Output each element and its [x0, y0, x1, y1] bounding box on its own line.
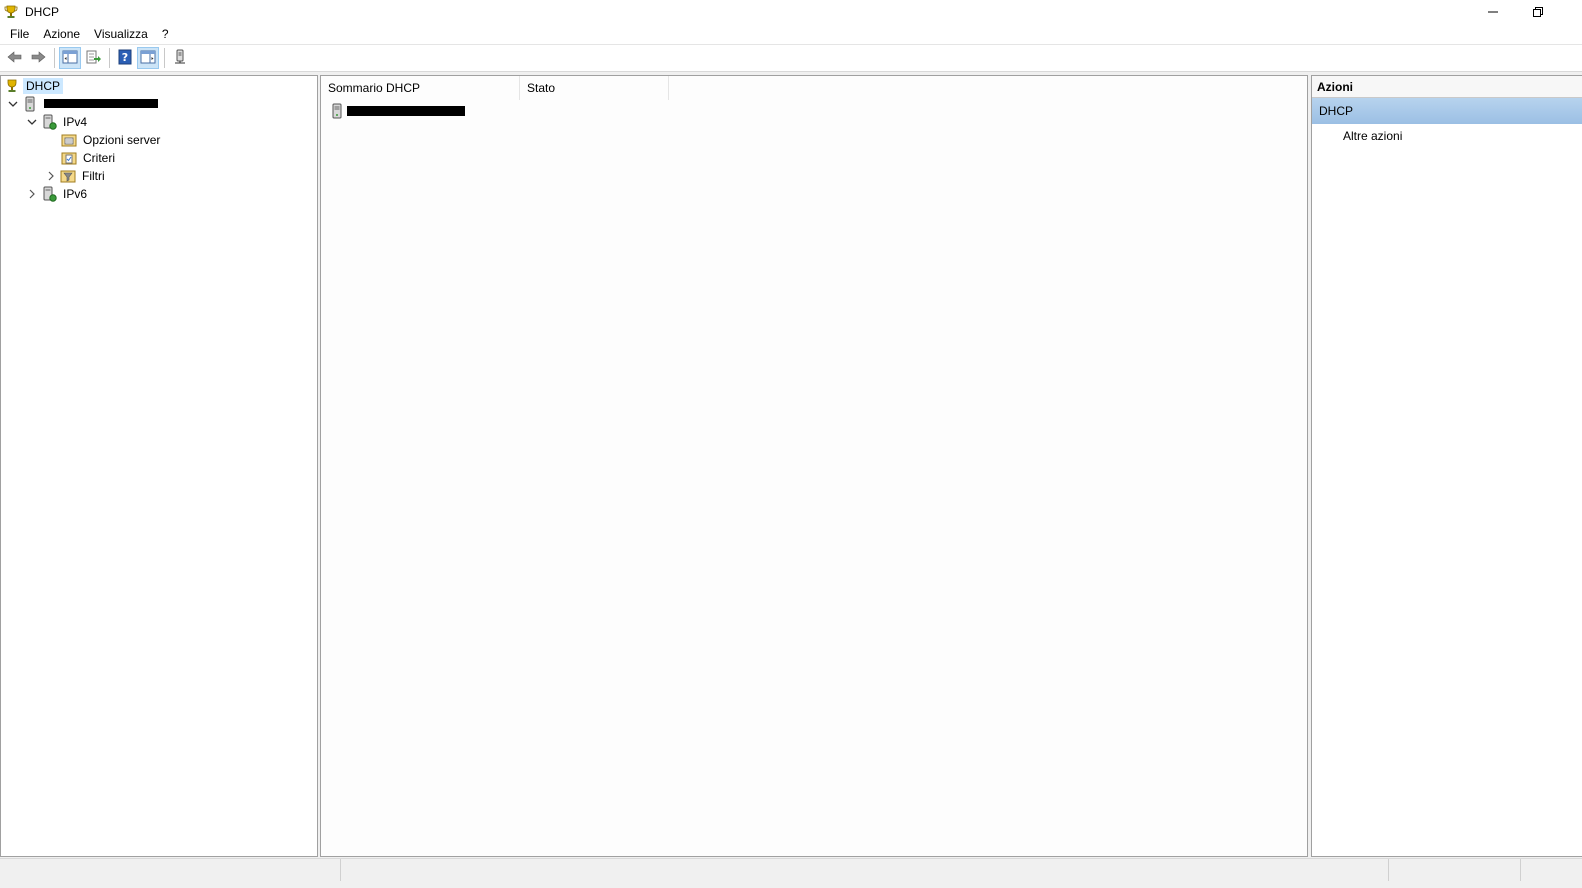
window-title: DHCP [25, 5, 60, 19]
minimize-button[interactable] [1470, 0, 1516, 24]
tree-label-ipv6: IPv6 [63, 187, 88, 201]
server-icon [329, 103, 345, 119]
list-item[interactable] [329, 102, 465, 120]
column-header-summary[interactable]: Sommario DHCP [321, 76, 520, 100]
svg-text:?: ? [122, 51, 128, 64]
tree-label-policies: Criteri [83, 151, 115, 165]
menu-azione[interactable]: Azione [36, 24, 87, 44]
status-bar [0, 858, 1582, 888]
menu-help[interactable]: ? [155, 24, 176, 44]
tree-node-policies[interactable]: Criteri [61, 149, 118, 167]
back-arrow-icon [7, 49, 23, 68]
redacted-server-name [347, 106, 465, 116]
action-more-actions[interactable]: Altre azioni [1312, 125, 1582, 147]
toolbar-separator [164, 48, 165, 68]
chevron-right-icon[interactable] [25, 187, 39, 201]
status-divider [1520, 859, 1521, 881]
status-divider [1388, 859, 1389, 881]
toolbar-separator [54, 48, 55, 68]
menu-visualizza[interactable]: Visualizza [87, 24, 155, 44]
status-divider [340, 859, 341, 881]
tree-label-server [41, 96, 161, 112]
actions-pane-title: Azioni [1312, 76, 1582, 98]
help-button[interactable]: ? [114, 47, 136, 69]
server-refresh-icon [172, 49, 188, 68]
tree-node-ipv6[interactable]: IPv6 [25, 185, 90, 203]
tree-node-dhcp-root[interactable]: DHCP [4, 77, 64, 95]
export-list-icon [85, 49, 101, 68]
column-header-status[interactable]: Stato [520, 76, 669, 100]
restore-button[interactable] [1515, 0, 1561, 24]
forward-arrow-icon [30, 49, 46, 68]
chevron-right-icon[interactable] [44, 169, 58, 183]
tree-label-server-options: Opzioni server [83, 133, 161, 147]
ipv6-server-icon [41, 186, 57, 202]
tree-node-server[interactable] [6, 95, 161, 113]
toolbar-separator [109, 48, 110, 68]
help-icon: ? [117, 49, 133, 68]
console-tree-pane: DHCP IPv4 Opzioni server Criteri Filtri … [0, 75, 318, 857]
ipv4-server-icon [41, 114, 57, 130]
list-header: Sommario DHCP Stato [321, 76, 1307, 100]
menu-bar: File Azione Visualizza ? [0, 24, 1582, 44]
policies-icon [61, 150, 77, 166]
dhcp-trophy-icon [3, 4, 19, 20]
title-bar: DHCP [0, 0, 1582, 24]
tree-node-server-options[interactable]: Opzioni server [61, 131, 163, 149]
tree-node-filters[interactable]: Filtri [44, 167, 108, 185]
filters-icon [60, 168, 76, 184]
show-hide-tree-button[interactable] [59, 47, 81, 69]
forward-button[interactable] [27, 47, 49, 69]
results-list-pane: Sommario DHCP Stato [320, 75, 1308, 857]
tree-label-dhcp: DHCP [23, 78, 64, 94]
actions-group-dhcp[interactable]: DHCP [1312, 98, 1582, 124]
dhcp-trophy-icon [4, 78, 20, 94]
tree-node-ipv4[interactable]: IPv4 [25, 113, 90, 131]
actions-pane: Azioni DHCP Altre azioni [1311, 75, 1582, 857]
redacted-server-name [44, 99, 158, 108]
chevron-down-icon[interactable] [25, 115, 39, 129]
tree-label-filters: Filtri [82, 169, 105, 183]
tree-label-ipv4: IPv4 [63, 115, 88, 129]
chevron-down-icon[interactable] [6, 97, 20, 111]
toolbar: ? [0, 44, 1582, 72]
show-hide-tree-icon [62, 49, 78, 68]
show-hide-action-pane-icon [140, 49, 156, 68]
back-button[interactable] [4, 47, 26, 69]
menu-file[interactable]: File [3, 24, 36, 44]
server-options-icon [61, 132, 77, 148]
server-refresh-button[interactable] [169, 47, 191, 69]
show-hide-action-pane-button[interactable] [137, 47, 159, 69]
server-icon [22, 96, 38, 112]
export-list-button[interactable] [82, 47, 104, 69]
